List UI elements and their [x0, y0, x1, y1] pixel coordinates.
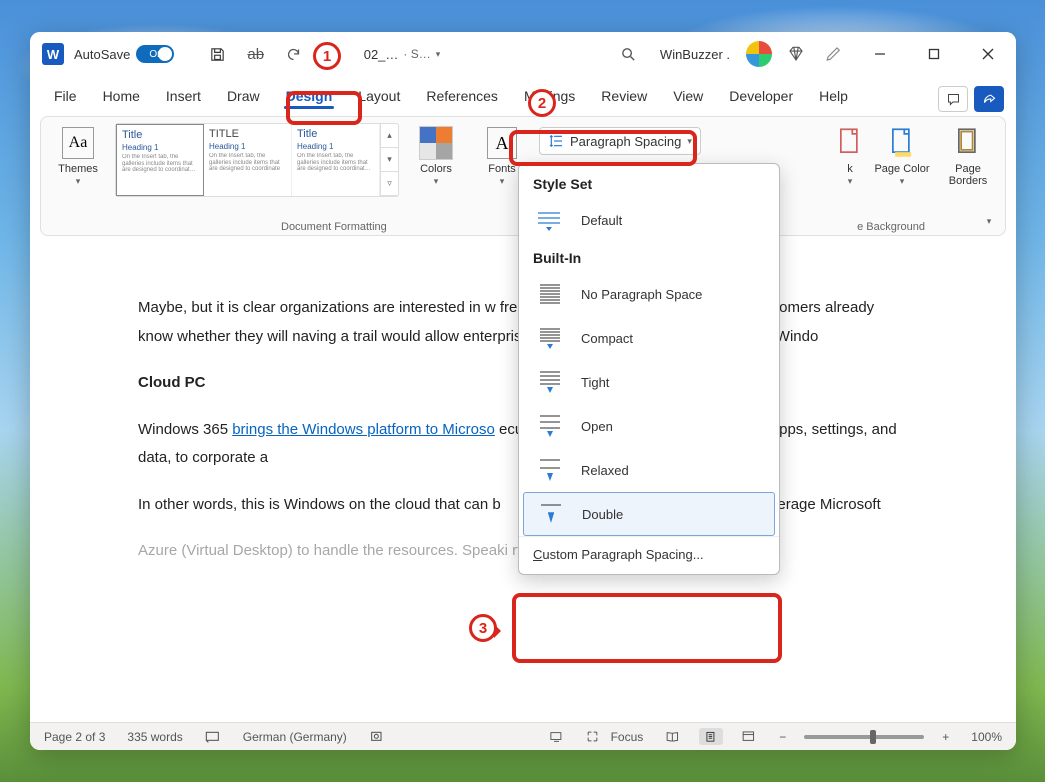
spacing-default-icon: [533, 206, 565, 234]
premium-icon[interactable]: [782, 40, 810, 68]
paragraph-spacing-icon: [548, 133, 564, 149]
web-layout-button[interactable]: [737, 728, 761, 745]
paragraph-spacing-button[interactable]: Paragraph Spacing ▾: [539, 127, 701, 155]
style-item-1[interactable]: Title Heading 1 On the Insert tab, the g…: [116, 124, 204, 196]
minimize-button[interactable]: [858, 35, 902, 73]
tab-references[interactable]: References: [414, 82, 510, 112]
dropdown-item-no-space[interactable]: No Paragraph Space: [519, 272, 779, 316]
tab-insert[interactable]: Insert: [154, 82, 213, 112]
colors-button[interactable]: Colors▾: [407, 123, 465, 187]
save-button[interactable]: [204, 40, 232, 68]
ribbon-tabs: File Home Insert Draw Design Layout Refe…: [30, 76, 1016, 112]
style-item-2[interactable]: TITLE Heading 1 On the Insert tab, the g…: [204, 124, 292, 196]
tab-help[interactable]: Help: [807, 82, 860, 112]
dropdown-item-tight[interactable]: Tight: [519, 360, 779, 404]
accessibility-icon[interactable]: [365, 728, 389, 746]
tab-draw[interactable]: Draw: [215, 82, 272, 112]
autosave-label: AutoSave: [74, 47, 130, 62]
spacing-open-icon: [533, 412, 565, 440]
dropdown-item-relaxed[interactable]: Relaxed: [519, 448, 779, 492]
status-bar: Page 2 of 3 335 words German (Germany) F…: [30, 722, 1016, 750]
annotation-callout-3: 3: [469, 614, 497, 642]
share-button[interactable]: [974, 86, 1004, 112]
user-name: WinBuzzer .: [660, 47, 730, 62]
chevron-down-icon: ▾: [436, 49, 441, 60]
dropdown-section-styleset: Style Set: [519, 168, 779, 198]
redo-button[interactable]: [280, 40, 308, 68]
gallery-scroll[interactable]: ▴▾▿: [380, 124, 398, 196]
dropdown-item-compact[interactable]: Compact: [519, 316, 779, 360]
tab-file[interactable]: File: [42, 82, 89, 112]
dropdown-item-open[interactable]: Open: [519, 404, 779, 448]
spellcheck-icon[interactable]: [201, 728, 225, 746]
word-count[interactable]: 335 words: [123, 728, 186, 746]
tab-developer[interactable]: Developer: [717, 82, 805, 112]
page-borders-button[interactable]: Page Borders: [939, 123, 997, 187]
display-settings-icon[interactable]: [545, 728, 568, 746]
word-app-icon: W: [42, 43, 64, 65]
style-item-3[interactable]: Title Heading 1 On the Insert tab, the g…: [292, 124, 380, 196]
spacing-compact-icon: [533, 324, 565, 352]
print-layout-button[interactable]: [699, 728, 723, 745]
tab-home[interactable]: Home: [91, 82, 152, 112]
annotation-callout-1: 1: [313, 42, 341, 70]
dropdown-item-custom[interactable]: Custom Paragraph Spacing...: [519, 536, 779, 572]
annotation-callout-2: 2: [528, 89, 556, 117]
tab-design[interactable]: Design: [274, 82, 345, 112]
themes-button[interactable]: Aa Themes▾: [49, 123, 107, 187]
search-button[interactable]: [614, 39, 644, 69]
zoom-in-button[interactable]: +: [938, 728, 953, 746]
autosave-state: On: [149, 49, 162, 60]
close-button[interactable]: [966, 35, 1010, 73]
style-set-gallery[interactable]: Title Heading 1 On the Insert tab, the g…: [115, 123, 399, 197]
ribbon-collapse-button[interactable]: ▾: [979, 211, 999, 231]
dropdown-section-builtin: Built-In: [519, 242, 779, 272]
zoom-out-button[interactable]: −: [775, 728, 790, 746]
chevron-down-icon: ▾: [687, 136, 692, 147]
dropdown-item-double[interactable]: Double: [523, 492, 775, 536]
zoom-slider[interactable]: [804, 735, 924, 739]
hyperlink[interactable]: brings the Windows platform to Microso: [232, 421, 495, 438]
draw-pen-icon[interactable]: [820, 40, 848, 68]
language-indicator[interactable]: German (Germany): [239, 728, 351, 746]
spacing-double-icon: [534, 500, 566, 528]
autosave-toggle[interactable]: AutoSave On: [74, 45, 194, 63]
page-indicator[interactable]: Page 2 of 3: [40, 728, 109, 746]
watermark-button[interactable]: k▾: [835, 123, 865, 187]
paragraph-spacing-dropdown: Style Set Default Built-In No Paragraph …: [518, 163, 780, 575]
tab-view[interactable]: View: [661, 82, 715, 112]
undo-button[interactable]: ab: [242, 40, 270, 68]
tab-layout[interactable]: Layout: [346, 82, 412, 112]
group-label-formatting: Document Formatting: [281, 221, 387, 233]
read-mode-button[interactable]: [661, 728, 685, 745]
user-avatar[interactable]: [746, 41, 772, 67]
tab-review[interactable]: Review: [589, 82, 659, 112]
maximize-button[interactable]: [912, 35, 956, 73]
page-color-button[interactable]: Page Color ▾: [873, 123, 931, 187]
spacing-none-icon: [533, 280, 565, 308]
zoom-level[interactable]: 100%: [967, 728, 1006, 746]
spacing-tight-icon: [533, 368, 565, 396]
comments-button[interactable]: [938, 86, 968, 112]
document-name[interactable]: 02_… · S… ▾: [364, 47, 441, 62]
group-label-background: e Background: [857, 221, 925, 233]
title-bar: W AutoSave On ab ▾ 02_… · S… ▾ WinBuzzer…: [30, 32, 1016, 76]
spacing-relaxed-icon: [533, 456, 565, 484]
focus-mode-button[interactable]: Focus: [582, 728, 647, 746]
dropdown-item-default[interactable]: Default: [519, 198, 779, 242]
